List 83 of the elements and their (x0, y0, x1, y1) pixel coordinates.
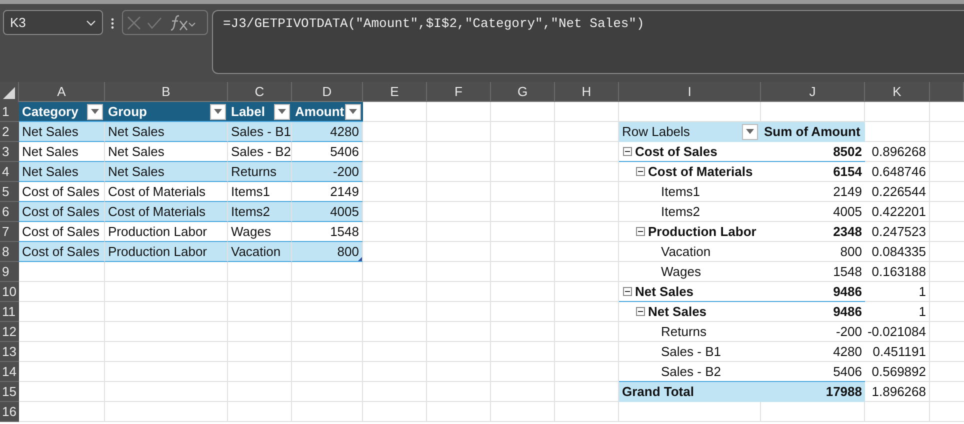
table-cell: Cost of Materials (105, 202, 228, 222)
value-cell: 5406 (761, 362, 865, 382)
resize-handle-icon[interactable] (358, 257, 362, 261)
filter-dropdown-button[interactable] (742, 124, 758, 140)
collapse-icon[interactable] (636, 167, 645, 176)
caret-icon (349, 109, 357, 114)
column-heading[interactable]: K (865, 82, 930, 102)
formula-field[interactable]: =J3/GETPIVOTDATA("Amount",$I$2,"Category","Net Sales") (212, 10, 964, 74)
caret-icon (278, 109, 286, 114)
filter-dropdown-button[interactable] (210, 104, 226, 120)
collapse-icon[interactable] (636, 227, 645, 236)
cell-text: Category (22, 104, 78, 119)
table-cell: Cost of Sales (19, 242, 105, 262)
grand-total-label: Grand Total (619, 382, 761, 402)
table-cell: Cost of Sales (19, 202, 105, 222)
table-cell: -200 (292, 162, 363, 182)
table-cell: Sales - B1 (228, 122, 292, 142)
select-all-icon[interactable] (3, 87, 15, 99)
name-box[interactable]: K3 (3, 10, 103, 35)
row-heading[interactable]: 2 (0, 122, 19, 142)
row-heading[interactable]: 3 (0, 142, 19, 162)
table-cell: Net Sales (19, 162, 105, 182)
table-cell: Net Sales (105, 122, 228, 142)
row-heading[interactable]: 6 (0, 202, 19, 222)
row-heading[interactable]: 4 (0, 162, 19, 182)
row-heading[interactable]: 9 (0, 262, 19, 282)
row-heading[interactable]: 12 (0, 322, 19, 342)
row-heading[interactable]: 11 (0, 302, 19, 322)
row-heading[interactable]: 14 (0, 362, 19, 382)
column-heading[interactable]: J (761, 82, 865, 102)
table-cell: Vacation (228, 242, 292, 262)
row-heading[interactable]: 10 (0, 282, 19, 302)
table-cell: Production Labor (105, 242, 228, 262)
column-heading[interactable]: F (427, 82, 491, 102)
column-heading[interactable]: I (619, 82, 761, 102)
collapse-icon[interactable] (623, 147, 632, 156)
table-cell: Net Sales (19, 122, 105, 142)
row-heading[interactable]: 7 (0, 222, 19, 242)
caret-icon (91, 109, 99, 114)
cell-text: 800 (337, 244, 359, 259)
value-cell: 8502 (761, 142, 865, 162)
row-heading[interactable]: 13 (0, 342, 19, 362)
grand-total-value: 17988 (761, 382, 865, 402)
table-cell: Returns (228, 162, 292, 182)
row-heading[interactable]: 15 (0, 382, 19, 402)
filter-dropdown-button[interactable] (274, 104, 290, 120)
cell-text: Production Labor (648, 224, 756, 239)
cell-text: Amount (295, 104, 344, 119)
cell-text: Cost of Materials (648, 164, 753, 179)
row-heading[interactable]: 8 (0, 242, 19, 262)
row-heading[interactable]: 16 (0, 402, 19, 422)
chevron-down-icon (86, 20, 96, 26)
cell-text: Net Sales (635, 284, 694, 299)
cell-text: Cost of Sales (635, 144, 718, 159)
row-heading[interactable]: 5 (0, 182, 19, 202)
cell-text: Net Sales (648, 304, 707, 319)
table-cell: 4005 (292, 202, 363, 222)
cell-text: Row Labels (622, 124, 690, 139)
column-heading[interactable]: G (491, 82, 555, 102)
table-cell: Net Sales (105, 162, 228, 182)
filter-dropdown-button[interactable] (87, 104, 103, 120)
column-heading[interactable]: D (292, 82, 363, 102)
caret-icon (214, 109, 222, 114)
collapse-icon[interactable] (636, 307, 645, 316)
row-label: Sales - B2 (619, 362, 761, 382)
column-heading[interactable]: B (105, 82, 228, 102)
filter-dropdown-button[interactable] (345, 104, 361, 120)
column-heading[interactable]: A (19, 82, 105, 102)
caret-icon (746, 129, 754, 134)
column-heading[interactable]: E (363, 82, 427, 102)
value-cell: 9486 (761, 282, 865, 302)
cell-text: Group (108, 104, 147, 119)
column-heading[interactable]: C (228, 82, 292, 102)
cell-text: Label (231, 104, 265, 119)
pivot-header: Sum of Amount (761, 122, 865, 142)
check-icon[interactable] (147, 16, 162, 28)
row-heading[interactable]: 1 (0, 102, 19, 122)
collapse-icon[interactable] (623, 287, 632, 296)
table-cell: Items2 (228, 202, 292, 222)
column-heading[interactable]: H (555, 82, 619, 102)
insert-function-icon[interactable] (168, 14, 196, 30)
table-cell: 4280 (292, 122, 363, 142)
more-options-icon[interactable] (111, 18, 114, 29)
